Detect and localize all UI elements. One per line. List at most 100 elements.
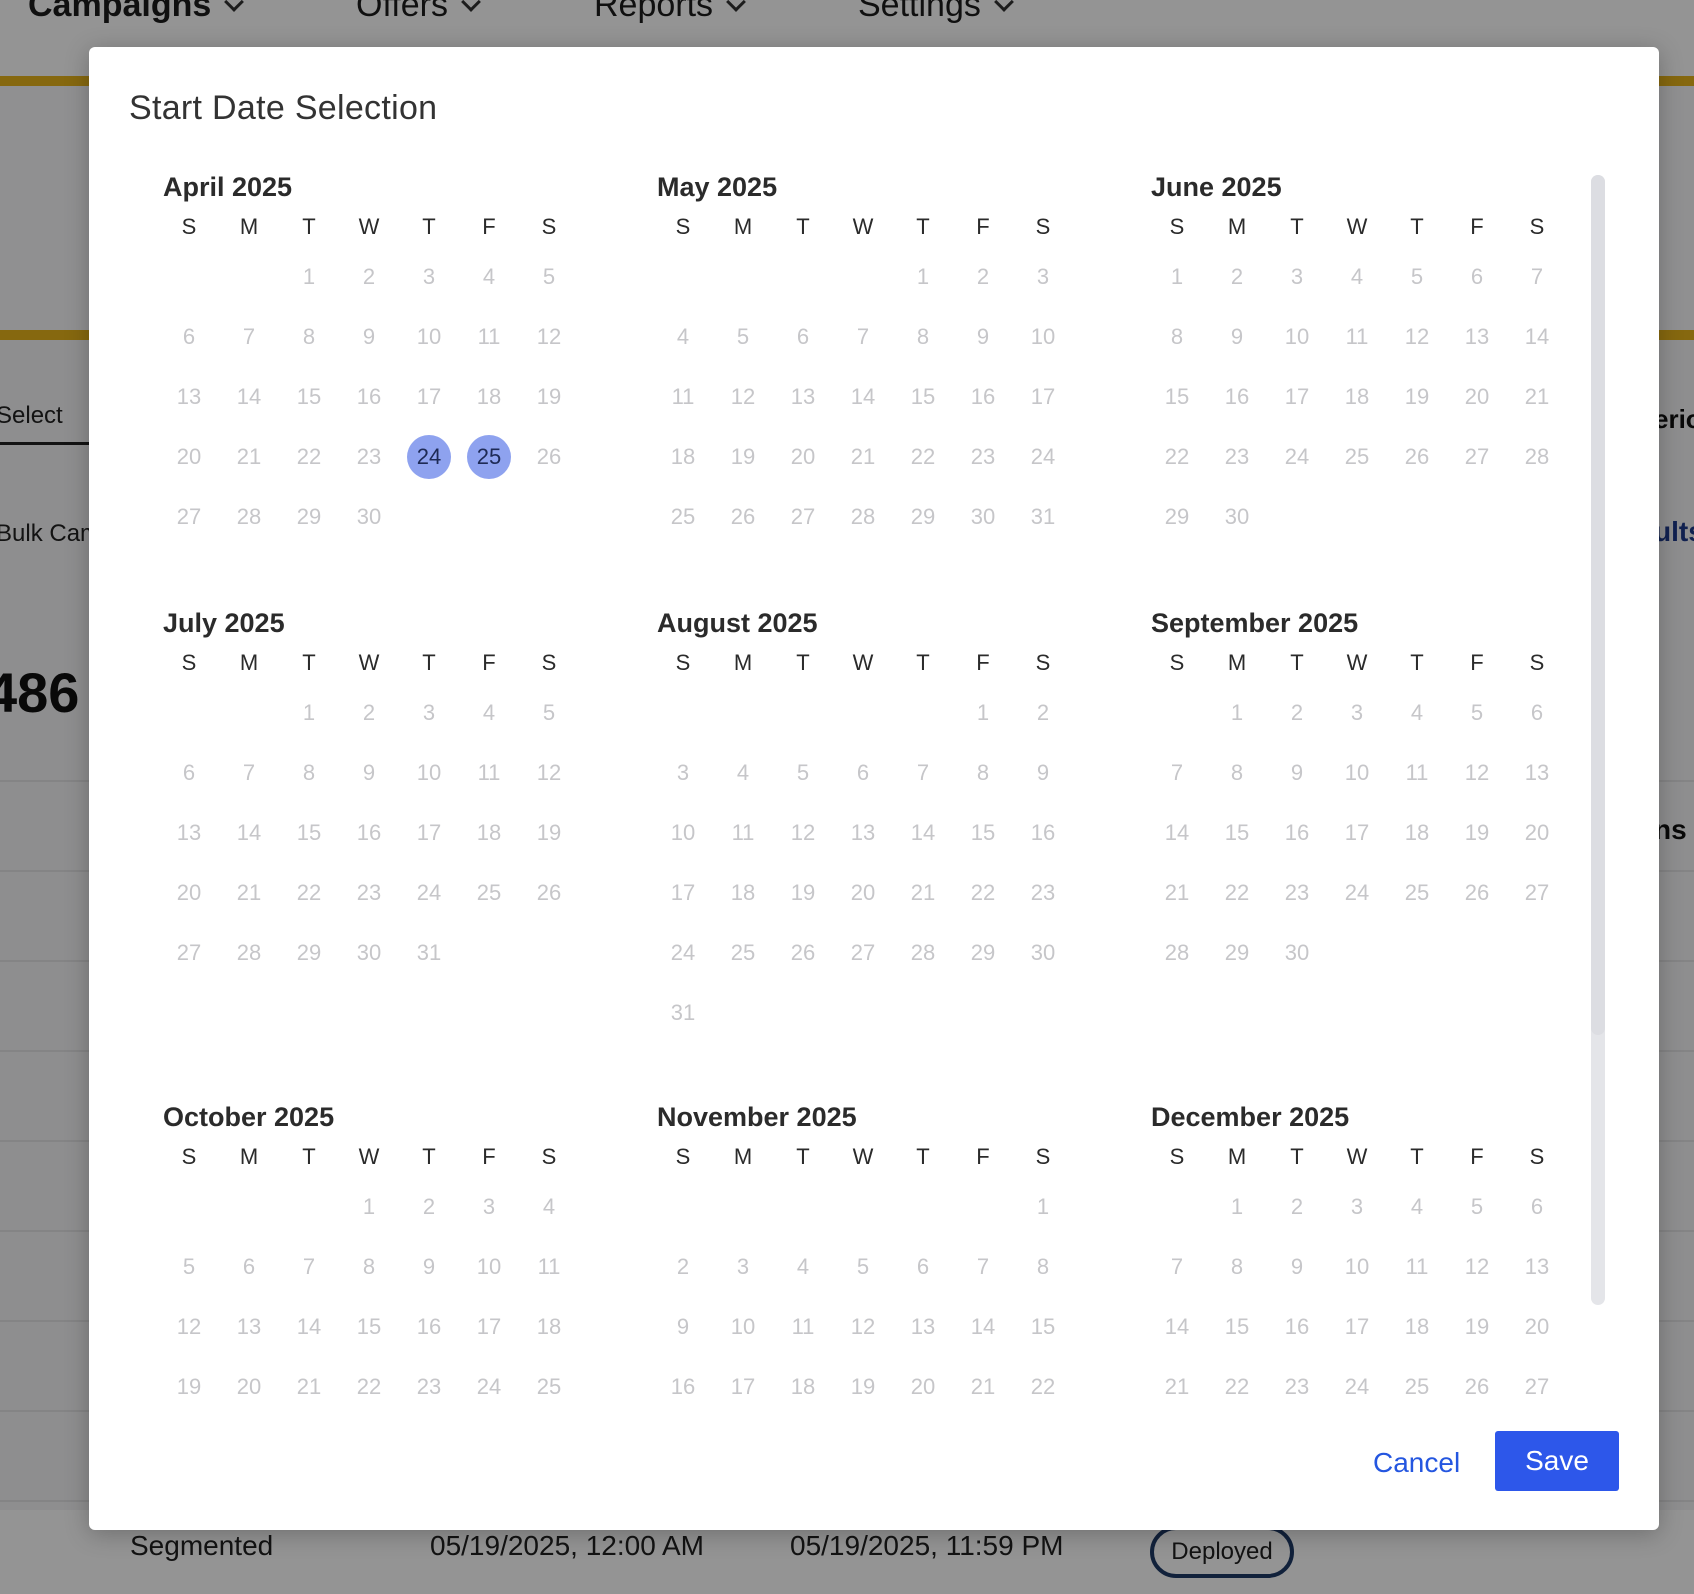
day-cell[interactable]: 11: [1383, 1237, 1451, 1297]
day-cell[interactable]: 10: [395, 743, 463, 803]
scrollbar-thumb[interactable]: [1591, 175, 1605, 1035]
day-cell[interactable]: 27: [155, 487, 223, 547]
day-cell[interactable]: 10: [1263, 307, 1331, 367]
day-cell[interactable]: 15: [889, 367, 957, 427]
day-cell[interactable]: 8: [275, 307, 343, 367]
day-cell[interactable]: 18: [455, 803, 523, 863]
day-cell[interactable]: 7: [215, 743, 283, 803]
day-cell[interactable]: 3: [1323, 683, 1391, 743]
day-cell[interactable]: 3: [709, 1237, 777, 1297]
day-cell[interactable]: 27: [1503, 1357, 1571, 1417]
day-cell[interactable]: 16: [335, 367, 403, 427]
day-cell[interactable]: 21: [1143, 863, 1211, 923]
day-cell[interactable]: 13: [155, 803, 223, 863]
day-cell[interactable]: 4: [455, 247, 523, 307]
day-cell[interactable]: 16: [649, 1357, 717, 1417]
day-cell[interactable]: 19: [1443, 803, 1511, 863]
day-cell[interactable]: 18: [709, 863, 777, 923]
day-cell[interactable]: 25: [649, 487, 717, 547]
day-cell[interactable]: 22: [949, 863, 1017, 923]
day-cell[interactable]: 8: [275, 743, 343, 803]
day-cell[interactable]: 20: [155, 427, 223, 487]
day-cell[interactable]: 18: [769, 1357, 837, 1417]
day-cell[interactable]: 10: [709, 1297, 777, 1357]
day-cell[interactable]: 1: [335, 1177, 403, 1237]
day-cell[interactable]: 6: [829, 743, 897, 803]
day-cell[interactable]: 4: [1383, 1177, 1451, 1237]
day-cell[interactable]: 6: [1503, 1177, 1571, 1237]
day-cell[interactable]: 11: [1323, 307, 1391, 367]
day-cell[interactable]: 28: [215, 487, 283, 547]
day-cell[interactable]: 18: [1383, 1297, 1451, 1357]
day-cell[interactable]: 22: [1009, 1357, 1077, 1417]
day-cell[interactable]: 5: [1383, 247, 1451, 307]
day-cell[interactable]: 25: [455, 863, 523, 923]
day-cell[interactable]: 19: [155, 1357, 223, 1417]
day-cell[interactable]: 11: [769, 1297, 837, 1357]
day-cell[interactable]: 14: [889, 803, 957, 863]
day-cell[interactable]: 27: [1503, 863, 1571, 923]
day-cell[interactable]: 17: [395, 803, 463, 863]
day-cell[interactable]: 13: [889, 1297, 957, 1357]
day-cell[interactable]: 26: [515, 427, 583, 487]
day-cell[interactable]: 19: [515, 367, 583, 427]
day-cell[interactable]: 17: [1009, 367, 1077, 427]
day-cell[interactable]: 28: [1143, 923, 1211, 983]
day-cell[interactable]: 27: [1443, 427, 1511, 487]
day-cell[interactable]: 2: [335, 683, 403, 743]
day-cell[interactable]: 22: [275, 427, 343, 487]
day-cell[interactable]: 4: [515, 1177, 583, 1237]
day-cell[interactable]: 22: [275, 863, 343, 923]
day-cell-selected[interactable]: 24: [395, 427, 463, 487]
day-cell[interactable]: 28: [1503, 427, 1571, 487]
day-cell[interactable]: 6: [215, 1237, 283, 1297]
day-cell[interactable]: 11: [455, 743, 523, 803]
day-cell[interactable]: 18: [455, 367, 523, 427]
day-cell[interactable]: 23: [1203, 427, 1271, 487]
day-cell[interactable]: 27: [155, 923, 223, 983]
day-cell[interactable]: 28: [829, 487, 897, 547]
day-cell[interactable]: 19: [515, 803, 583, 863]
scrollbar-track[interactable]: [1591, 175, 1605, 1305]
day-cell[interactable]: 15: [949, 803, 1017, 863]
day-cell[interactable]: 10: [649, 803, 717, 863]
day-cell[interactable]: 14: [1143, 803, 1211, 863]
day-cell[interactable]: 1: [275, 683, 343, 743]
day-cell[interactable]: 12: [709, 367, 777, 427]
day-cell[interactable]: 8: [889, 307, 957, 367]
cancel-button[interactable]: Cancel: [1349, 1433, 1484, 1493]
day-cell[interactable]: 19: [769, 863, 837, 923]
day-cell[interactable]: 6: [889, 1237, 957, 1297]
day-cell[interactable]: 13: [1443, 307, 1511, 367]
day-cell[interactable]: 21: [889, 863, 957, 923]
day-cell[interactable]: 5: [709, 307, 777, 367]
day-cell[interactable]: 22: [1203, 863, 1271, 923]
day-cell[interactable]: 15: [275, 803, 343, 863]
day-cell[interactable]: 20: [1503, 1297, 1571, 1357]
day-cell[interactable]: 15: [1143, 367, 1211, 427]
day-cell[interactable]: 2: [949, 247, 1017, 307]
day-cell[interactable]: 20: [215, 1357, 283, 1417]
day-cell[interactable]: 31: [649, 983, 717, 1043]
day-cell[interactable]: 4: [1383, 683, 1451, 743]
day-cell[interactable]: 1: [275, 247, 343, 307]
day-cell[interactable]: 24: [1323, 1357, 1391, 1417]
day-cell[interactable]: 17: [709, 1357, 777, 1417]
day-cell[interactable]: 11: [649, 367, 717, 427]
day-cell[interactable]: 2: [649, 1237, 717, 1297]
day-cell[interactable]: 24: [649, 923, 717, 983]
day-cell[interactable]: 19: [1383, 367, 1451, 427]
day-cell-selected[interactable]: 25: [455, 427, 523, 487]
day-cell[interactable]: 28: [215, 923, 283, 983]
day-cell[interactable]: 23: [395, 1357, 463, 1417]
day-cell[interactable]: 12: [515, 307, 583, 367]
day-cell[interactable]: 7: [1503, 247, 1571, 307]
day-cell[interactable]: 14: [275, 1297, 343, 1357]
day-cell[interactable]: 3: [649, 743, 717, 803]
day-cell[interactable]: 24: [1323, 863, 1391, 923]
day-cell[interactable]: 15: [1009, 1297, 1077, 1357]
day-cell[interactable]: 13: [1503, 1237, 1571, 1297]
day-cell[interactable]: 7: [275, 1237, 343, 1297]
day-cell[interactable]: 12: [155, 1297, 223, 1357]
day-cell[interactable]: 25: [1383, 1357, 1451, 1417]
